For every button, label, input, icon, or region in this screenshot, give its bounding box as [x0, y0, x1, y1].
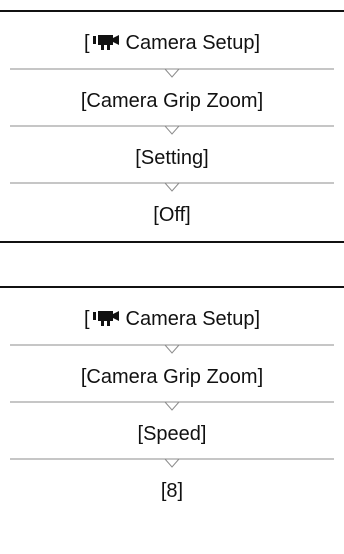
panel-bottom-rule: [0, 241, 344, 243]
step-label: [Setting]: [135, 147, 209, 169]
step-connector: [0, 182, 344, 194]
menu-step-camera-setup: [ Camera Setup]: [0, 307, 344, 331]
menu-step-camera-grip-zoom: [Camera Grip Zoom]: [0, 89, 344, 113]
step-label: [Camera Grip Zoom]: [80, 90, 264, 112]
step-prefix: [: [83, 308, 90, 330]
step-label: [Camera Grip Zoom]: [80, 366, 264, 388]
menu-step-setting: [Setting]: [0, 146, 344, 170]
step-connector: [0, 458, 344, 470]
step-label: Camera Setup]: [125, 32, 261, 54]
menu-step-camera-setup: [ Camera Setup]: [0, 31, 344, 55]
step-connector: [0, 401, 344, 413]
step-label: Camera Setup]: [125, 308, 261, 330]
camera-setup-icon: [92, 33, 120, 51]
menu-step-value: [Off]: [0, 203, 344, 227]
panel-top-rule: [0, 10, 344, 12]
menu-step-speed: [Speed]: [0, 422, 344, 446]
camera-setup-icon: [92, 309, 120, 327]
step-prefix: [: [83, 32, 90, 54]
step-label: [Off]: [153, 204, 191, 226]
step-label: [8]: [160, 480, 184, 502]
step-connector: [0, 344, 344, 356]
panel-top-rule: [0, 286, 344, 288]
step-connector: [0, 68, 344, 80]
step-label: [Speed]: [137, 423, 207, 445]
menu-step-camera-grip-zoom: [Camera Grip Zoom]: [0, 365, 344, 389]
step-connector: [0, 125, 344, 137]
menu-step-value: [8]: [0, 479, 344, 503]
